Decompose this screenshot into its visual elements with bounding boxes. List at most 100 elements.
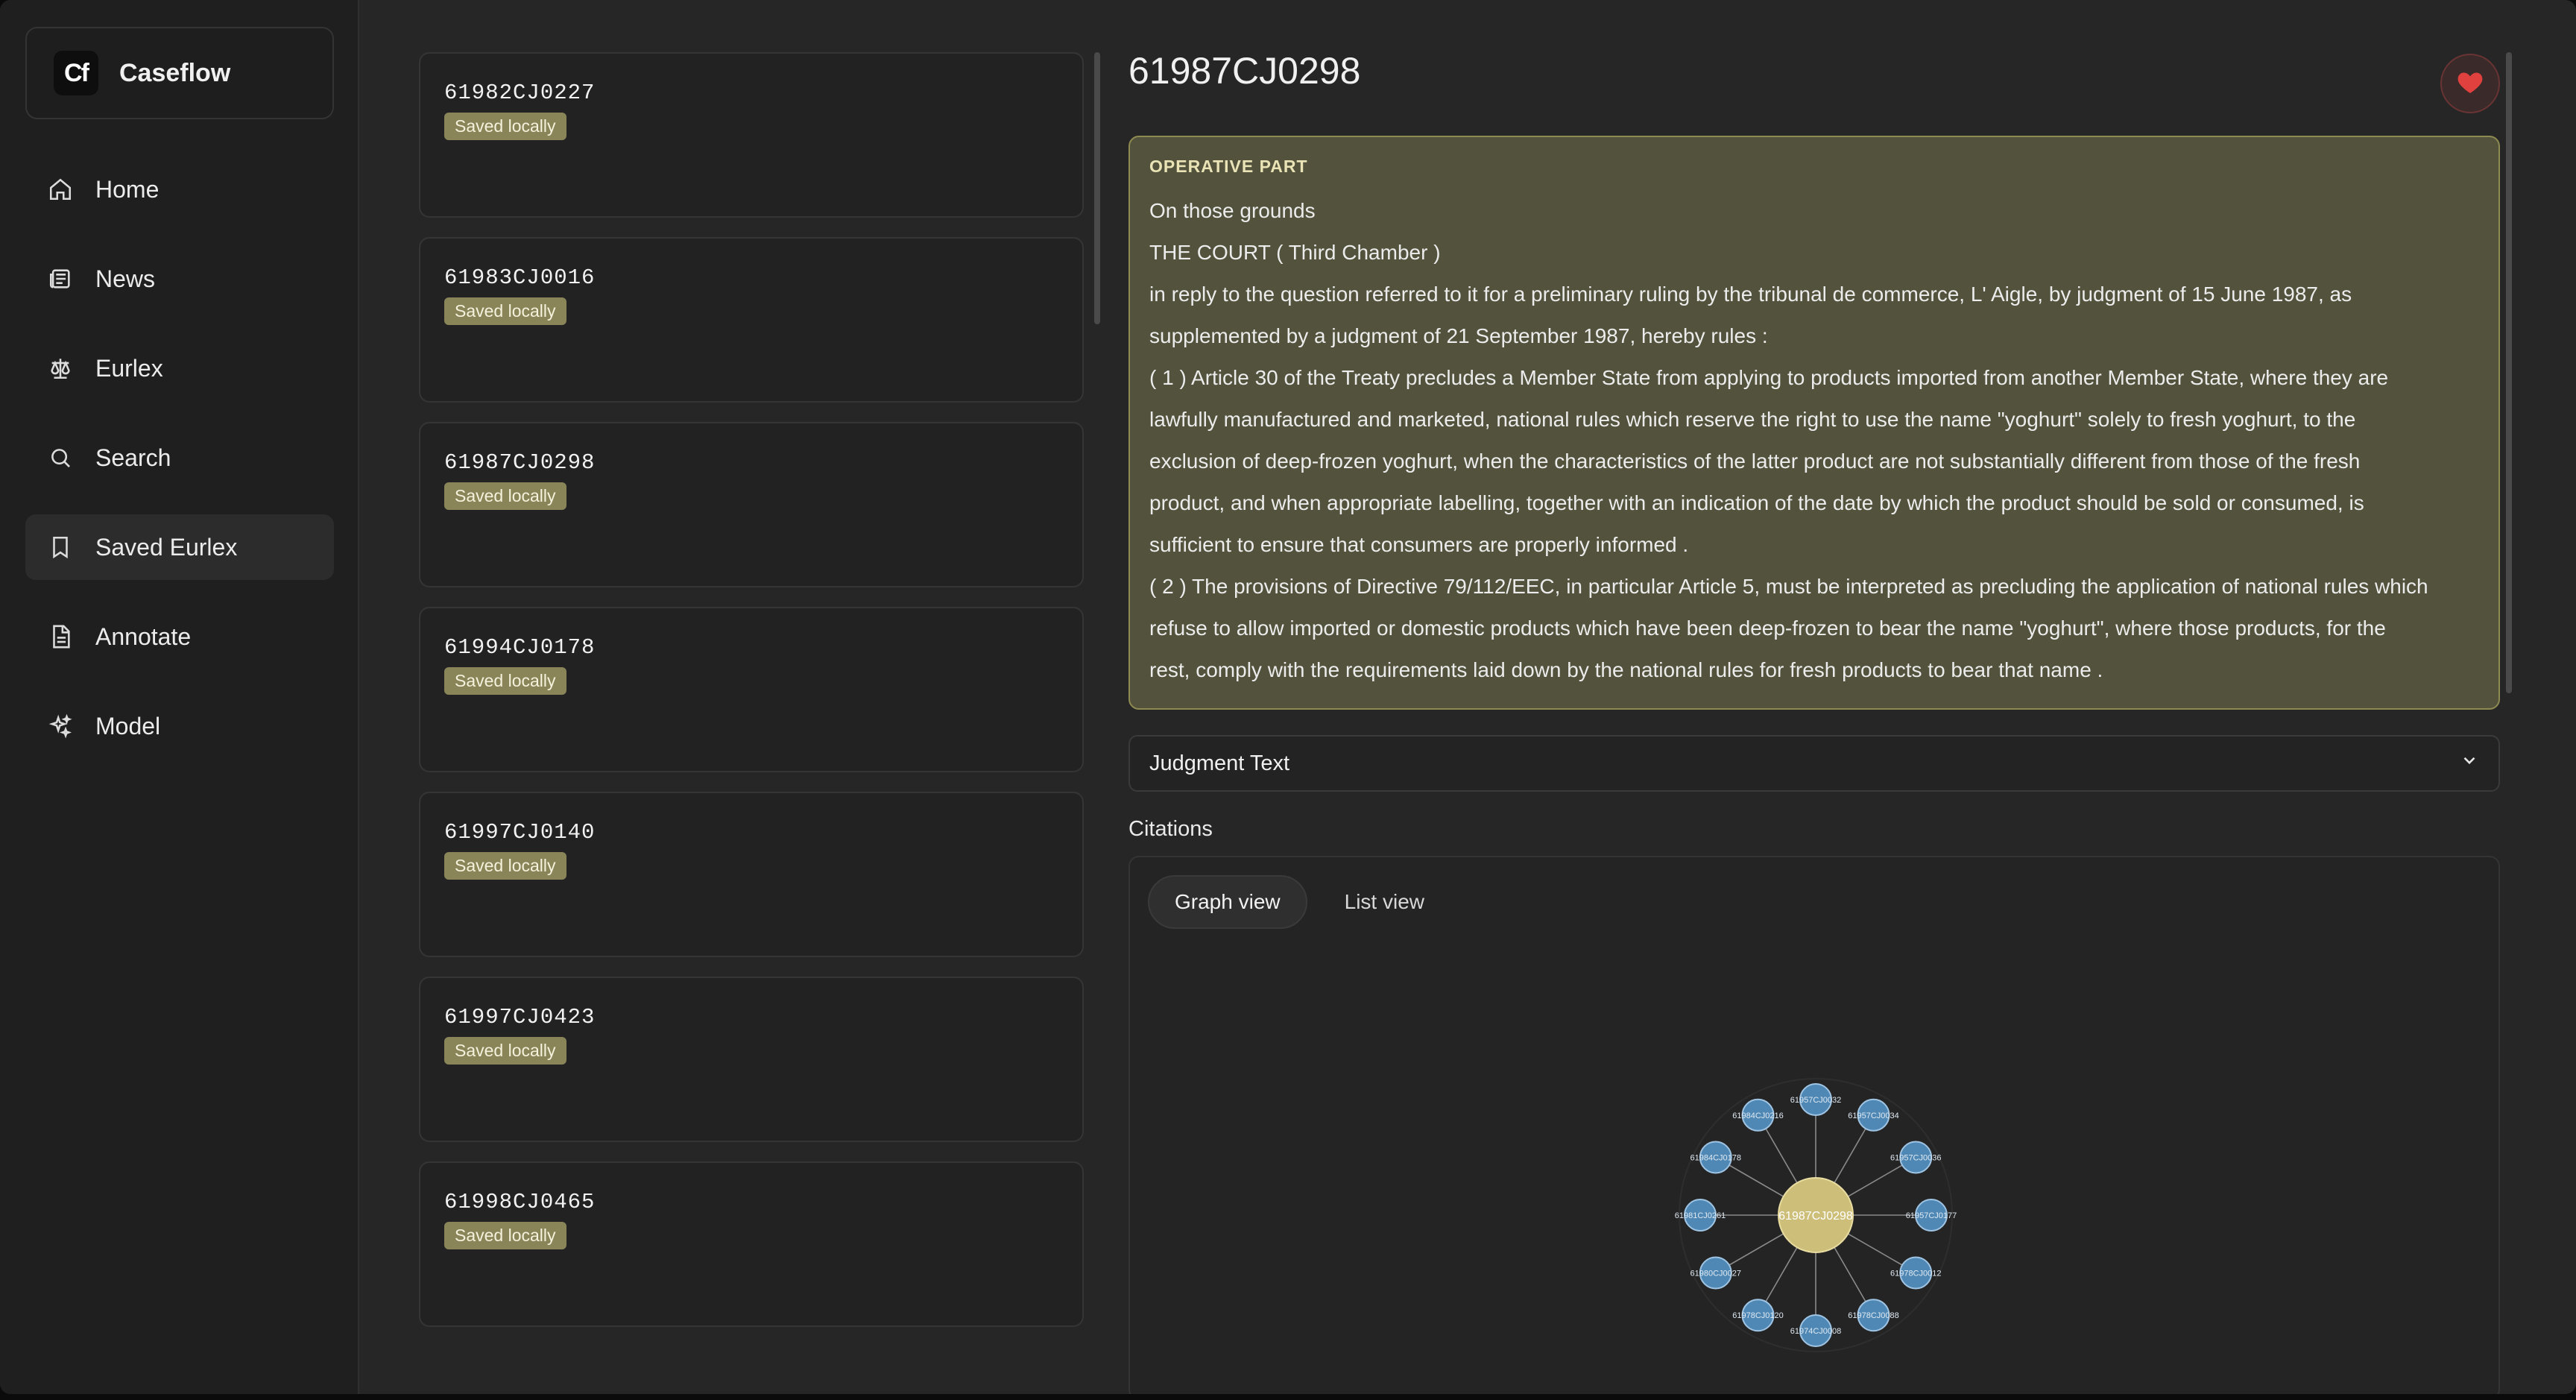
case-card[interactable]: 61997CJ0140 Saved locally (419, 792, 1084, 957)
sidebar-item-label: Home (95, 175, 160, 203)
operative-part-panel: OPERATIVE PART On those grounds THE COURT… (1128, 136, 2500, 710)
operative-line: On those grounds (1149, 199, 1316, 222)
case-card[interactable]: 61997CJ0423 Saved locally (419, 977, 1084, 1142)
sidebar-item-home[interactable]: Home (25, 157, 334, 222)
citation-node-label: 61957CJ0034 (1848, 1112, 1899, 1120)
sidebar-item-model[interactable]: Model (25, 693, 334, 759)
case-id: 61997CJ0423 (444, 1005, 596, 1029)
sidebar-item-label: Eurlex (95, 354, 163, 382)
citation-node[interactable]: 61984CJ0216 (1732, 1098, 1784, 1132)
operative-line: product, and when appropriate labelling,… (1149, 491, 2364, 514)
saved-badge: Saved locally (444, 297, 566, 325)
center-case-node[interactable]: 61987CJ0298 (1778, 1177, 1854, 1253)
operative-line: THE COURT ( Third Chamber ) (1149, 241, 1441, 264)
citations-panel: 61957CJ0032 61957CJ0034 61957CJ0036 61957CJ… (1128, 856, 2500, 1394)
sidebar-item-search[interactable]: Search (25, 425, 334, 491)
citation-node-label: 61981CJ0261 (1675, 1211, 1726, 1220)
scale-icon (48, 356, 73, 381)
citation-node-label: 61957CJ0177 (1906, 1211, 1957, 1220)
citation-node-label: 61957CJ0036 (1890, 1154, 1942, 1163)
sidebar-item-label: Model (95, 712, 161, 740)
citation-node-label: 61984CJ0216 (1732, 1112, 1784, 1120)
case-id: 61987CJ0298 (444, 450, 596, 475)
brand[interactable]: Cf Caseflow (25, 27, 334, 119)
search-icon (48, 445, 73, 470)
case-title: 61987CJ0298 (1128, 50, 1361, 92)
saved-case-list: 61982CJ0227 Saved locally 61983CJ0016 Sa… (419, 52, 1084, 1342)
citation-node[interactable]: 61957CJ0034 (1848, 1098, 1899, 1132)
sparkles-icon (48, 713, 73, 739)
operative-line: in reply to the question referred to it … (1149, 283, 2352, 306)
tab-graph-view[interactable]: Graph view (1148, 875, 1307, 929)
sidebar-item-label: Saved Eurlex (95, 533, 238, 561)
sidebar-item-label: Annotate (95, 622, 192, 650)
citation-node-label: 61980CJ0027 (1690, 1270, 1742, 1278)
case-id: 61982CJ0227 (444, 81, 596, 105)
case-id: 61998CJ0465 (444, 1190, 596, 1214)
citation-node-label: 61978CJ0088 (1848, 1311, 1899, 1320)
case-id: 61997CJ0140 (444, 820, 596, 845)
sidebar-item-label: Search (95, 444, 171, 471)
operative-line: refuse to allow imported or domestic pro… (1149, 617, 2386, 640)
saved-badge: Saved locally (444, 852, 566, 880)
citation-node[interactable]: 61981CJ0261 (1675, 1199, 1726, 1232)
saved-badge: Saved locally (444, 667, 566, 695)
citation-node[interactable]: 61974CJ0008 (1790, 1314, 1842, 1347)
home-icon (48, 177, 73, 202)
center-node-label: 61987CJ0298 (1778, 1210, 1853, 1223)
operative-line: ( 2 ) The provisions of Directive 79/112… (1149, 575, 2428, 598)
operative-line: sufficient to ensure that consumers are … (1149, 533, 1689, 556)
operative-line: exclusion of deep-frozen yoghurt, when t… (1149, 450, 2361, 473)
case-card[interactable]: 61994CJ0178 Saved locally (419, 607, 1084, 772)
sidebar-item-annotate[interactable]: Annotate (25, 604, 334, 669)
case-detail: 61987CJ0298 OPERATIVE PART On those grou… (1128, 49, 2500, 1394)
case-card[interactable]: 61987CJ0298 Saved locally (419, 422, 1084, 587)
saved-badge: Saved locally (444, 482, 566, 510)
case-card[interactable]: 61998CJ0465 Saved locally (419, 1161, 1084, 1327)
sidebar-item-saved-eurlex[interactable]: Saved Eurlex (25, 514, 334, 580)
app-logo: Cf (54, 51, 98, 95)
citation-node[interactable]: 61978CJ0088 (1848, 1299, 1899, 1332)
sidebar-nav: Home News Eurlex Search Saved Eurlex Ann… (25, 157, 334, 783)
citation-graph[interactable]: 61957CJ0032 61957CJ0034 61957CJ0036 61957CJ… (1130, 857, 2500, 1394)
operative-line: ( 1 ) Article 30 of the Treaty precludes… (1149, 366, 2389, 389)
sidebar-item-news[interactable]: News (25, 246, 334, 312)
operative-line: lawfully manufactured and marketed, nati… (1149, 408, 2356, 431)
sidebar-item-eurlex[interactable]: Eurlex (25, 335, 334, 401)
citation-node-label: 61978CJ0120 (1732, 1311, 1784, 1320)
case-id: 61983CJ0016 (444, 265, 596, 290)
saved-badge: Saved locally (444, 113, 566, 140)
citation-view-tabs: Graph view List view (1148, 875, 1462, 929)
case-card[interactable]: 61982CJ0227 Saved locally (419, 52, 1084, 218)
citations-heading: Citations (1128, 817, 1213, 841)
detail-scrollbar[interactable] (2506, 52, 2512, 693)
tab-list-view[interactable]: List view (1319, 875, 1450, 929)
operative-text: On those grounds THE COURT ( Third Chambe… (1149, 190, 2479, 691)
document-icon (48, 624, 73, 649)
case-card[interactable]: 61983CJ0016 Saved locally (419, 237, 1084, 403)
operative-line: rest, comply with the requirements laid … (1149, 658, 2103, 681)
operative-line: supplemented by a judgment of 21 Septemb… (1149, 324, 1768, 347)
citation-node[interactable]: 61957CJ0032 (1790, 1083, 1842, 1116)
citation-node-label: 61984CJ0178 (1690, 1154, 1742, 1163)
judgment-text-label: Judgment Text (1149, 751, 1290, 775)
case-id: 61994CJ0178 (444, 635, 596, 660)
citation-node[interactable]: 61978CJ0120 (1732, 1299, 1784, 1332)
newspaper-icon (48, 266, 73, 291)
judgment-text-dropdown[interactable]: Judgment Text (1128, 735, 2500, 792)
citation-node[interactable]: 61957CJ0177 (1906, 1199, 1957, 1232)
bookmark-icon (48, 535, 73, 560)
heart-icon (2455, 67, 2485, 101)
citation-node-label: 61974CJ0008 (1790, 1327, 1842, 1336)
app-window: Cf Caseflow Home News Eurlex Search Save… (0, 0, 2576, 1394)
chevron-down-icon (2460, 751, 2479, 776)
sidebar-item-label: News (95, 265, 156, 292)
operative-heading: OPERATIVE PART (1149, 157, 1308, 176)
app-name: Caseflow (119, 58, 231, 87)
case-list-scrollbar[interactable] (1094, 52, 1100, 324)
favorite-button[interactable] (2440, 54, 2500, 113)
saved-badge: Saved locally (444, 1037, 566, 1065)
citation-node-label: 61978CJ0012 (1890, 1270, 1942, 1278)
saved-badge: Saved locally (444, 1222, 566, 1249)
sidebar: Cf Caseflow Home News Eurlex Search Save… (0, 0, 359, 1394)
